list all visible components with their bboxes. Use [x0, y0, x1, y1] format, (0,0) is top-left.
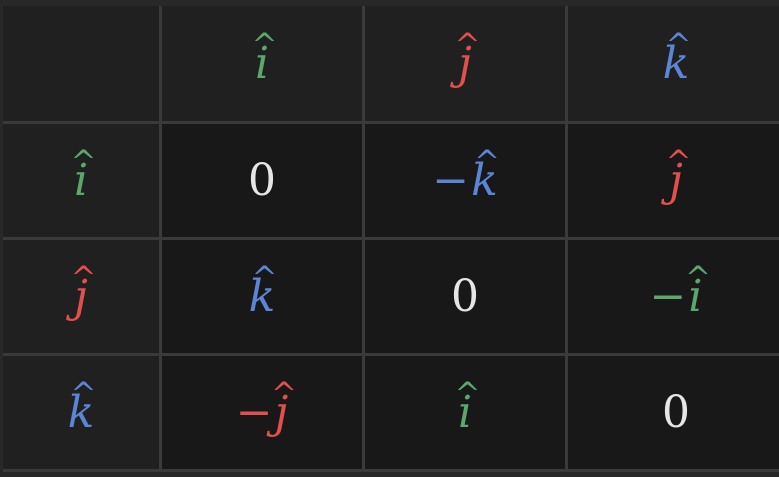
corner-cell [3, 6, 159, 121]
unit-vector-j-symbol: j ^ [70, 260, 97, 322]
unit-vector-k-symbol: k ^ [662, 27, 692, 89]
unit-vector-k-symbol: k ^ [471, 144, 500, 206]
minus-sign: − [432, 154, 470, 206]
unit-vector-i-symbol: i ^ [685, 260, 711, 322]
product-j-x-i: k ^ [162, 240, 362, 353]
product-i-x-k: j ^ [568, 124, 779, 237]
minus-sign: − [235, 386, 273, 438]
unit-vector-j-symbol: j ^ [665, 144, 692, 206]
product-k-x-k: 0 [568, 356, 779, 469]
product-j-x-j: 0 [365, 240, 565, 353]
product-i-x-j: − k ^ [365, 124, 565, 237]
column-header-j: j ^ [365, 6, 565, 121]
cross-product-table: i ^ j ^ k ^ i ^ 0 − k ^ j ^ j ^ k ^ 0 − i ^ k ^ − j ^ … [3, 6, 779, 472]
row-header-i: i ^ [3, 124, 159, 237]
column-header-k: k ^ [568, 6, 779, 121]
unit-vector-i-symbol: i ^ [454, 376, 481, 438]
product-k-x-j: i ^ [365, 356, 565, 469]
unit-vector-i-symbol: i ^ [251, 27, 278, 89]
column-header-i: i ^ [162, 6, 362, 121]
row-header-k: k ^ [3, 356, 159, 469]
unit-vector-j-symbol: j ^ [454, 27, 481, 89]
product-j-x-k: − i ^ [568, 240, 779, 353]
unit-vector-i-symbol: i ^ [70, 144, 97, 206]
row-header-j: j ^ [3, 240, 159, 353]
unit-vector-k-symbol: k ^ [67, 376, 97, 438]
product-i-x-i: 0 [162, 124, 362, 237]
product-k-x-i: − j ^ [162, 356, 362, 469]
unit-vector-k-symbol: k ^ [248, 260, 278, 322]
zero-value: 0 [451, 270, 479, 322]
zero-value: 0 [248, 154, 276, 206]
minus-sign: − [649, 270, 687, 322]
unit-vector-j-symbol: j ^ [271, 376, 297, 438]
zero-value: 0 [662, 386, 690, 438]
